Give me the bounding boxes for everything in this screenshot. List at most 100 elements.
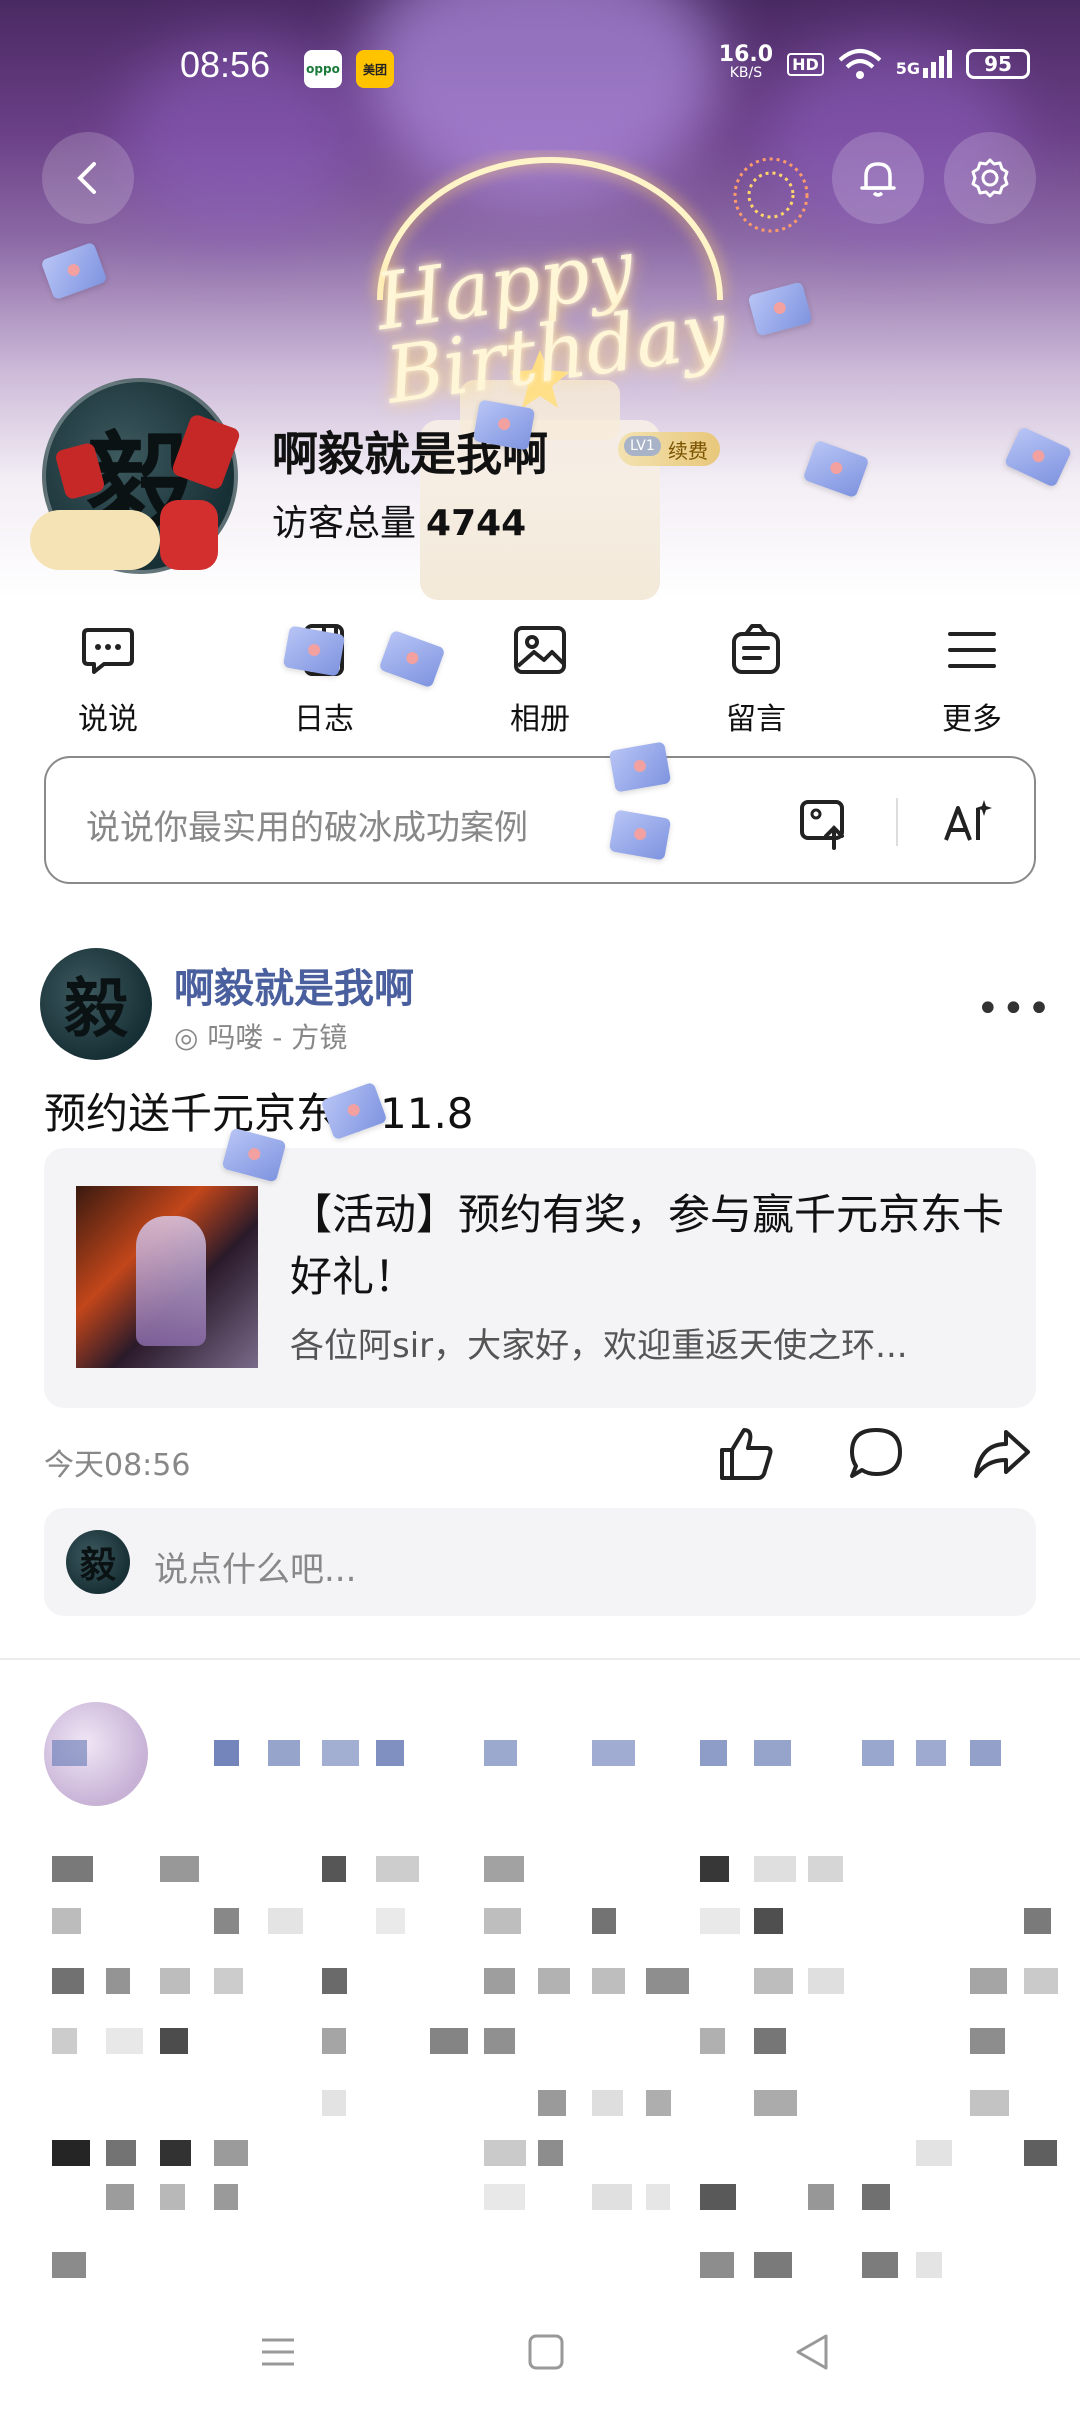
pixel-block bbox=[484, 1968, 515, 1994]
cloud-decoration bbox=[30, 510, 160, 570]
pixel-block bbox=[916, 2252, 942, 2278]
renew-label: 续费 bbox=[668, 438, 708, 463]
pixel-block bbox=[484, 1908, 521, 1934]
shortcut-message-board[interactable]: 留言 bbox=[648, 620, 864, 740]
pixel-block bbox=[160, 2184, 185, 2210]
pixel-block bbox=[322, 2090, 346, 2116]
network-speed: 16.0 KB/S bbox=[718, 42, 774, 82]
pixel-block bbox=[322, 1856, 346, 1882]
pixel-block bbox=[970, 1740, 1001, 1766]
shortcut-shuoshuo[interactable]: 说说 bbox=[0, 620, 216, 740]
oppo-app-icon: oppo bbox=[304, 50, 342, 88]
settings-button[interactable] bbox=[944, 132, 1036, 224]
gear-icon bbox=[971, 158, 1009, 198]
shortcut-album[interactable]: 相册 bbox=[432, 620, 648, 740]
home-button[interactable] bbox=[516, 2322, 576, 2382]
pixel-block bbox=[862, 2184, 890, 2210]
pixel-block bbox=[970, 2090, 1009, 2116]
pixel-block bbox=[376, 1908, 405, 1934]
feed-separator bbox=[0, 1658, 1080, 1660]
shortcut-row: 说说 日志 相册 留言 更多 bbox=[0, 620, 1080, 740]
ai-writing-icon[interactable] bbox=[938, 794, 998, 850]
pixel-block bbox=[700, 1856, 729, 1882]
shortcut-more[interactable]: 更多 bbox=[864, 620, 1080, 740]
composer-placeholder: 说说你最实用的破冰成功案例 bbox=[86, 808, 528, 848]
pixel-block bbox=[214, 1968, 243, 1994]
comment-input[interactable]: 毅 说点什么吧... bbox=[44, 1508, 1036, 1616]
signal-icon: 5G bbox=[896, 50, 952, 78]
commenter-avatar: 毅 bbox=[66, 1530, 130, 1594]
pixel-block bbox=[52, 2252, 86, 2278]
pixel-block bbox=[214, 2140, 248, 2166]
meituan-app-icon: 美团 bbox=[356, 50, 394, 88]
status-composer[interactable]: 说说你最实用的破冰成功案例 bbox=[44, 756, 1036, 884]
pixel-block bbox=[106, 2028, 143, 2054]
recent-apps-button[interactable] bbox=[248, 2322, 308, 2382]
pixel-block bbox=[646, 2184, 670, 2210]
pixel-block bbox=[808, 1968, 844, 1994]
pixel-block bbox=[52, 1968, 84, 1994]
visits-count: 访客总量 4744 bbox=[272, 494, 526, 546]
post-time: 今天08:56 bbox=[44, 1448, 191, 1483]
pixel-block bbox=[106, 2184, 134, 2210]
pixel-block bbox=[538, 2090, 566, 2116]
pixel-block bbox=[376, 1856, 419, 1882]
chevron-left-icon bbox=[77, 162, 96, 194]
post-more-button[interactable]: ••• bbox=[976, 986, 1053, 1032]
pixel-block bbox=[52, 1908, 81, 1934]
pixel-block bbox=[160, 1968, 190, 1994]
pixel-block bbox=[160, 2028, 188, 2054]
post-author-name[interactable]: 啊毅就是我啊 bbox=[174, 956, 414, 1014]
pixel-block bbox=[646, 2090, 671, 2116]
pixel-block bbox=[376, 1740, 404, 1766]
pixel-block bbox=[808, 2184, 834, 2210]
shared-link-card[interactable]: 【活动】预约有奖，参与赢千元京东卡好礼！ 各位阿sir，大家好，欢迎重返天使之环… bbox=[44, 1148, 1036, 1408]
back-button[interactable] bbox=[42, 132, 134, 224]
pixel-block bbox=[592, 1740, 635, 1766]
shortcut-label: 日志 bbox=[294, 702, 354, 737]
post-meta-text: 吗喽 - 方镜 bbox=[207, 1021, 348, 1054]
pixel-block bbox=[430, 2028, 468, 2054]
like-icon[interactable] bbox=[716, 1424, 776, 1484]
pixel-block bbox=[160, 1856, 199, 1882]
post-meta: ◎ 吗喽 - 方镜 bbox=[174, 1016, 347, 1056]
pixel-block bbox=[970, 2028, 1005, 2054]
notifications-button[interactable] bbox=[832, 132, 924, 224]
firework-icon bbox=[733, 157, 809, 233]
battery-icon: 95 bbox=[966, 49, 1030, 79]
pixel-block bbox=[160, 2140, 191, 2166]
image-upload-icon[interactable] bbox=[796, 794, 852, 850]
bell-icon bbox=[860, 162, 896, 197]
status-bar: 08:56 oppo 美团 16.0 KB/S HD 5G 95 bbox=[0, 0, 1080, 140]
vip-badge[interactable]: LV1 续费 bbox=[618, 432, 720, 466]
share-icon[interactable] bbox=[972, 1424, 1032, 1484]
pixel-block bbox=[52, 1856, 93, 1882]
link-title: 【活动】预约有奖，参与赢千元京东卡好礼！ bbox=[290, 1190, 1005, 1301]
pixel-block bbox=[106, 1968, 130, 1994]
pixel-block bbox=[592, 2090, 623, 2116]
pixel-block bbox=[700, 1908, 740, 1934]
post-text: 预约送千元京东卡11.8 bbox=[44, 1089, 474, 1138]
menu-icon bbox=[262, 2338, 294, 2366]
message-board-icon bbox=[732, 624, 780, 674]
triangle-back-icon bbox=[796, 2334, 828, 2370]
comment-icon[interactable] bbox=[846, 1424, 906, 1484]
hd-icon: HD bbox=[787, 52, 824, 76]
pixel-block bbox=[700, 1740, 727, 1766]
level-label: LV1 bbox=[624, 436, 661, 456]
pixel-block bbox=[754, 1968, 793, 1994]
pixel-block bbox=[484, 1740, 517, 1766]
back-nav-button[interactable] bbox=[782, 2322, 842, 2382]
pixel-block bbox=[754, 1856, 796, 1882]
post-author-avatar[interactable]: 毅 bbox=[40, 948, 152, 1060]
pixel-block bbox=[322, 1968, 347, 1994]
pixel-block bbox=[754, 1908, 783, 1934]
visits-label: 访客总量 bbox=[272, 503, 417, 544]
shortcut-label: 说说 bbox=[78, 702, 138, 737]
pixel-block bbox=[484, 2140, 526, 2166]
chat-bubble-icon bbox=[82, 628, 134, 674]
pixel-block bbox=[484, 2028, 515, 2054]
pixel-block bbox=[970, 1968, 1007, 1994]
link-description: 各位阿sir，大家好，欢迎重返天使之环... bbox=[290, 1326, 908, 1366]
pixel-block bbox=[52, 2140, 90, 2166]
